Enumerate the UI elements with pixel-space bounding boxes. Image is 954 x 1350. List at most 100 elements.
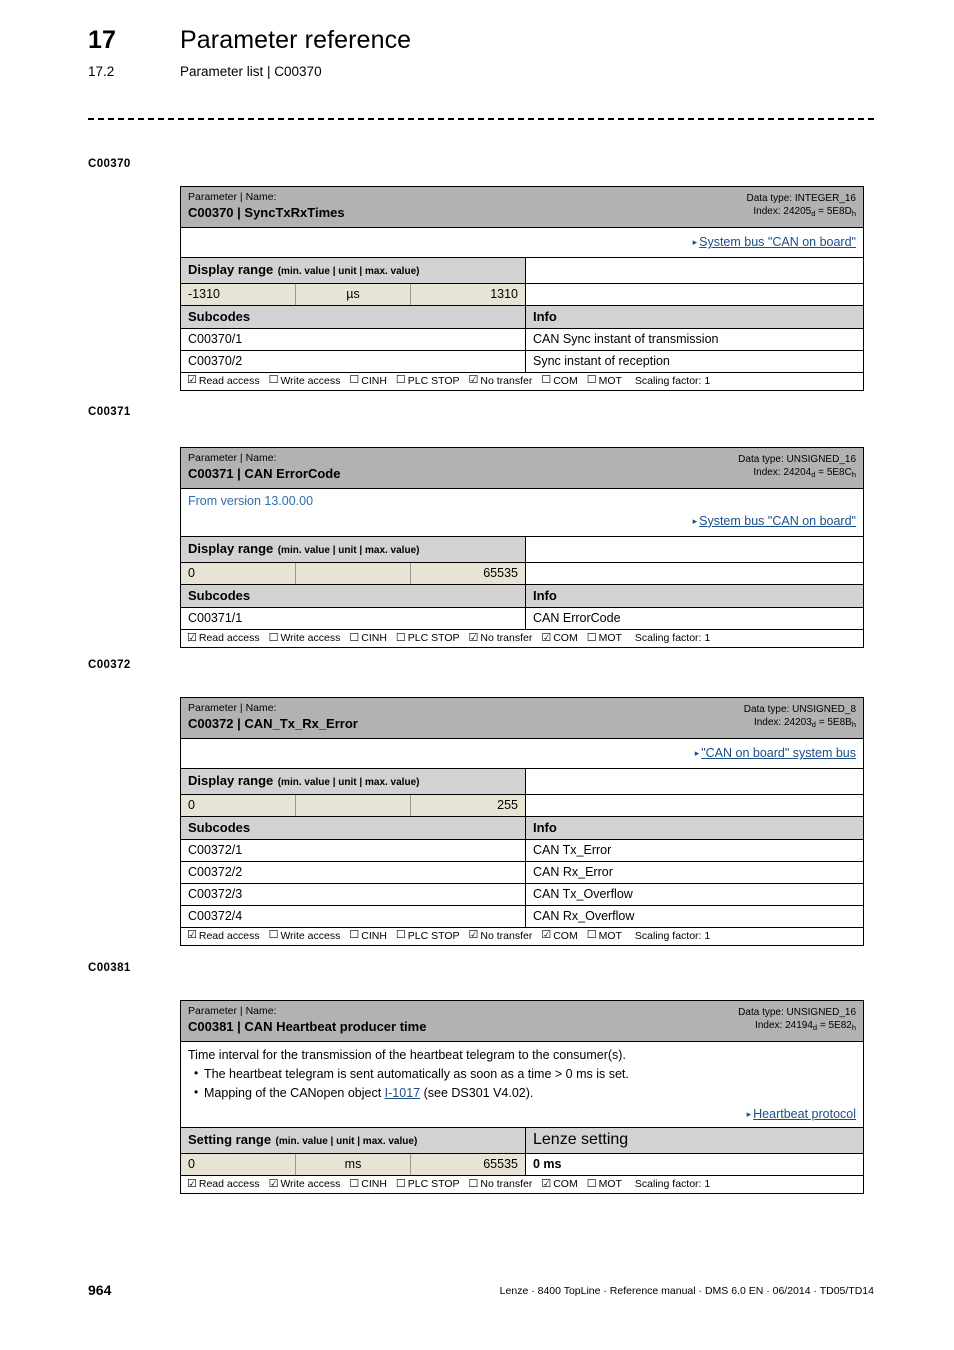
margin-code-label: C00372: [88, 659, 131, 671]
checkbox-read-access-icon: ☑: [187, 374, 197, 387]
range-min-value: 0: [181, 563, 296, 585]
subcode-row: C00370/1 CAN Sync instant of transmission: [181, 328, 863, 351]
section-heading: 17.2 Parameter list | C00370: [88, 64, 878, 79]
access-item-com: ☑ COM: [541, 632, 577, 644]
subcode-info: CAN ErrorCode: [533, 611, 621, 626]
from-version-note: From version 13.00.00: [188, 494, 314, 509]
subcodes-header-row: Subcodes Info: [181, 816, 863, 840]
index-hex-suffix: h: [851, 720, 856, 729]
subcode-info: CAN Rx_Error: [533, 864, 613, 879]
description-bullet: Mapping of the CANopen object I-1017 (se…: [194, 1084, 856, 1103]
index-hex-suffix: h: [851, 470, 856, 479]
document-page: 17 Parameter reference 17.2 Parameter li…: [0, 0, 954, 1350]
section-title: Parameter list | C00370: [180, 63, 322, 79]
range-title: Display range: [188, 772, 274, 788]
subcode-info: CAN Rx_Overflow: [533, 908, 635, 923]
checkbox-write-access-icon: ☐: [268, 929, 279, 942]
checkbox-write-access-icon: ☑: [268, 1177, 279, 1190]
access-label-read-access: Read access: [198, 929, 260, 942]
access-label-cinh: CINH: [361, 632, 387, 645]
access-label-write-access: Write access: [280, 374, 341, 387]
subcode-code: C00372/1: [181, 839, 526, 861]
cross-reference-link[interactable]: "CAN on board" system bus: [701, 746, 856, 760]
access-item-cinh: ☐ CINH: [349, 1178, 387, 1190]
page-header: 17 Parameter reference 17.2 Parameter li…: [88, 26, 878, 79]
version-and-link-strip: From version 13.00.00 ▸ System bus "CAN on…: [181, 489, 863, 538]
triangle-bullet-icon: ▸: [692, 237, 698, 248]
parameter-header: Parameter | Name: C00372 | CAN_Tx_Rx_Erro…: [181, 698, 863, 740]
index-hex-suffix: h: [851, 1023, 856, 1032]
parameter-caption: Parameter | Name:: [188, 191, 277, 203]
access-label-plc-stop: PLC STOP: [407, 929, 460, 942]
cross-reference-link[interactable]: Heartbeat protocol: [753, 1107, 856, 1121]
range-value-row: 0 255: [181, 794, 863, 817]
access-label-mot: MOT: [598, 1178, 622, 1191]
range-title: Setting range: [188, 1132, 272, 1148]
parameter-identity: Parameter | Name: C00381 | CAN Heartbeat …: [188, 1005, 426, 1036]
access-item-no-transfer: ☑ No transfer: [469, 375, 533, 387]
range-min-value: 0: [181, 794, 296, 816]
parameter-name: C00371 | CAN ErrorCode: [188, 466, 341, 482]
cross-reference-row: ▸ System bus "CAN on board": [188, 510, 856, 532]
parameter-name: C00381 | CAN Heartbeat producer time: [188, 1019, 427, 1035]
access-label-no-transfer: No transfer: [480, 1178, 533, 1191]
range-min-value: 0: [181, 1154, 296, 1176]
checkbox-read-access-icon: ☑: [187, 631, 197, 644]
access-item-mot: ☐ MOT: [587, 1178, 622, 1190]
access-item-cinh: ☐ CINH: [349, 375, 387, 387]
footer-credit: Lenze · 8400 TopLine · Reference manual …: [499, 1285, 874, 1297]
access-label-write-access: Write access: [280, 1178, 341, 1191]
access-item-mot: ☐ MOT: [587, 930, 622, 942]
checkbox-no-transfer-icon: ☑: [468, 631, 479, 644]
checkbox-mot-icon: ☐: [586, 631, 597, 644]
subcodes-header-row: Subcodes Info: [181, 305, 863, 329]
range-subtitle: (min. value | unit | max. value): [275, 1136, 418, 1148]
access-item-read-access: ☑ Read access: [187, 930, 260, 942]
access-label-com: COM: [553, 929, 578, 942]
parameter-index: Index: 24203d = 5E8Bh: [753, 717, 856, 729]
checkbox-com-icon: ☑: [541, 1177, 552, 1190]
index-hex: 5E82: [828, 1020, 852, 1031]
checkbox-write-access-icon: ☐: [268, 374, 279, 387]
range-title: Display range: [188, 541, 274, 557]
cross-reference-link[interactable]: System bus "CAN on board": [699, 514, 856, 528]
access-item-plc-stop: ☐ PLC STOP: [396, 930, 460, 942]
parameter-block-c00381: Parameter | Name: C00381 | CAN Heartbeat …: [180, 1000, 864, 1195]
access-flags-row: ☑ Read access ☑ Write access ☐ CINH ☐ PLC STOP ☐…: [181, 1176, 863, 1193]
object-link[interactable]: I-1017: [385, 1086, 420, 1100]
parameter-description: Time interval for the transmission of th…: [181, 1042, 863, 1129]
range-max-value: 65535: [411, 1154, 526, 1176]
subcodes-header-row: Subcodes Info: [181, 585, 863, 609]
access-item-write-access: ☐ Write access: [269, 375, 341, 387]
info-header-label: Info: [533, 308, 557, 324]
range-header-cell: Display range (min. value | unit | max. …: [181, 257, 526, 283]
access-label-com: COM: [553, 1178, 578, 1191]
checkbox-write-access-icon: ☐: [268, 631, 279, 644]
index-decimal: 24205: [783, 206, 812, 217]
access-label-read-access: Read access: [198, 632, 260, 645]
subcode-row: C00370/2 Sync instant of reception: [181, 350, 863, 373]
access-flags-row: ☑ Read access ☐ Write access ☐ CINH ☐ PLC STOP ☑…: [181, 373, 863, 390]
checkbox-no-transfer-icon: ☑: [468, 929, 479, 942]
range-right-header: [526, 537, 863, 563]
index-hex-suffix: h: [851, 209, 856, 218]
index-hex: 5E8C: [826, 467, 852, 478]
checkbox-read-access-icon: ☑: [187, 1177, 197, 1190]
subcode-code: C00370/2: [181, 350, 526, 372]
access-item-plc-stop: ☐ PLC STOP: [396, 1178, 460, 1190]
subcode-row: C00371/1 CAN ErrorCode: [181, 608, 863, 631]
checkbox-no-transfer-icon: ☑: [468, 374, 479, 387]
scaling-factor: Scaling factor: 1: [634, 929, 711, 942]
parameter-header: Parameter | Name: C00381 | CAN Heartbeat …: [181, 1001, 863, 1043]
index-hex: 5E8B: [827, 717, 852, 728]
range-unit-value: ms: [296, 1154, 411, 1176]
checkbox-cinh-icon: ☐: [349, 631, 360, 644]
cross-reference-link[interactable]: System bus "CAN on board": [699, 235, 856, 249]
subcode-info: CAN Sync instant of transmission: [533, 331, 719, 346]
subcode-code: C00372/3: [181, 883, 526, 905]
access-label-cinh: CINH: [361, 1178, 387, 1191]
parameter-header: Parameter | Name: C00371 | CAN ErrorCode D…: [181, 448, 863, 490]
access-item-mot: ☐ MOT: [587, 375, 622, 387]
range-right-header: Lenze setting: [526, 1128, 863, 1154]
parameter-meta: Data type: UNSIGNED_16 Index: 24204d = 5E…: [738, 452, 856, 479]
